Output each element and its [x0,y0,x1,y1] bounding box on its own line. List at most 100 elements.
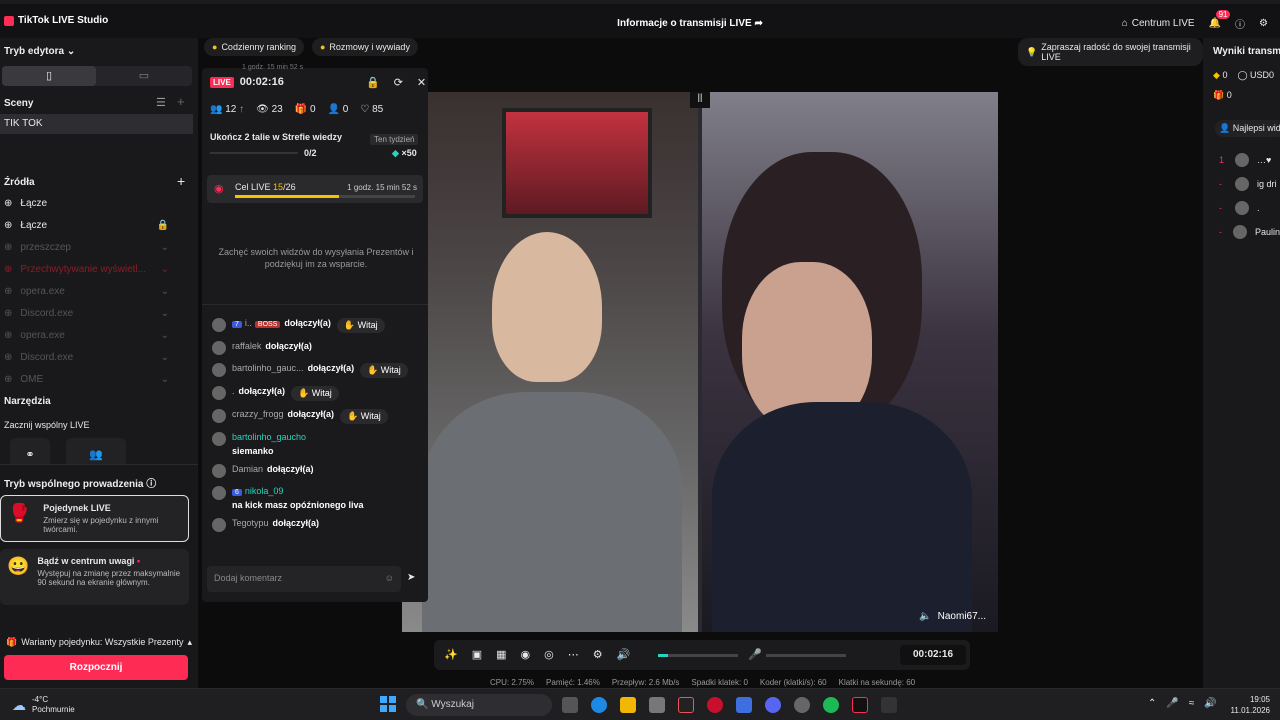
close-icon[interactable]: ✕ [417,76,426,89]
effects-icon[interactable]: ◎ [544,648,554,661]
file-explorer-icon[interactable] [620,697,636,713]
equalizer-icon[interactable]: ⚙ [593,648,603,661]
volume-icon[interactable]: 🔊 [617,648,631,661]
avatar[interactable] [212,464,226,478]
wifi-icon[interactable]: ≈ [1189,698,1195,709]
list-icon[interactable]: ☰ [156,96,166,109]
chevron-down-icon[interactable]: ⌄ [161,286,169,297]
taskbar-search[interactable]: 🔍 Wyszukaj [406,694,552,716]
notifications-button[interactable]: 🔔 91 [1209,10,1231,29]
chat-username[interactable]: crazzy_frogg [232,409,284,419]
welcome-button[interactable]: ✋ Witaj [336,318,385,333]
views-stat[interactable]: 👁 23 [256,104,283,115]
tiktok-icon[interactable] [852,697,868,713]
share-icon[interactable]: ➦ [754,18,762,29]
speaker-tray-icon[interactable]: 🔊 [1204,698,1216,709]
rank-row[interactable]: 1 …♥ [1219,148,1280,172]
shares-stat[interactable]: 👤 0 [328,104,349,115]
scene-item[interactable]: TIK TOK [0,114,193,134]
chevron-down-icon[interactable]: ⌄ [161,330,169,341]
chevron-down-icon[interactable]: ⌄ [161,264,169,275]
edge-icon[interactable] [591,697,607,713]
source-item[interactable]: ⊕ Łącze 🔒 [0,214,193,236]
landscape-mode-button[interactable]: ▭ [96,66,192,86]
chevron-up-icon[interactable]: ⌃ [1148,698,1156,709]
info-icon[interactable]: ⓘ [146,479,156,490]
talks-chip[interactable]: ● Rozmowy i wywiady [311,38,418,56]
windows-start-icon[interactable] [380,696,396,712]
spotify-icon[interactable] [823,697,839,713]
task-view-icon[interactable] [562,697,578,713]
add-scene-icon[interactable]: + [177,94,185,109]
opera-icon[interactable] [707,697,723,713]
welcome-button[interactable]: ✋ Witaj [340,409,388,424]
window-title[interactable]: Informacje o transmisji LIVE ➦ [560,18,820,29]
live-center-button[interactable]: ⌂ Centrum LIVE [1122,18,1195,29]
chevron-down-icon[interactable]: ⌄ [161,308,169,319]
apps-grid-icon[interactable] [736,697,752,713]
avatar[interactable] [212,518,226,532]
weather-widget[interactable]: ☁ -4°C Pochmurnie [12,695,75,715]
rank-row[interactable]: - Paulin [1219,220,1280,244]
settings-icon[interactable]: ⚙ [1259,18,1268,29]
discord-icon[interactable] [765,697,781,713]
editor-mode-dropdown[interactable]: Tryb edytora ⌄ [4,46,75,57]
app-icon[interactable] [678,697,694,713]
rank-row[interactable]: -. [1219,196,1280,220]
avatar[interactable] [212,318,226,332]
split-divider-handle[interactable]: || [690,92,710,108]
chat-username[interactable]: raffalek [232,341,261,351]
mic-slider[interactable] [766,654,846,657]
microphone-icon[interactable]: 🎤 [748,648,762,661]
avatar[interactable] [212,409,226,423]
refresh-icon[interactable]: ⟳ [394,76,403,89]
viewers-stat[interactable]: 👥 12 ↑ [210,104,244,115]
source-item[interactable]: ⊕ Przechwytywanie wyświetl... ⌄ [0,258,193,280]
chat-username[interactable]: bartolinho_gaucho [232,432,306,442]
store-icon[interactable] [649,697,665,713]
tip-chip[interactable]: 💡 Zapraszaj radość do swojej transmisji L… [1018,38,1203,66]
likes-stat[interactable]: ♡ 85 [360,104,383,115]
emoji-icon[interactable]: ☺ [385,573,394,583]
welcome-button[interactable]: ✋ Witaj [360,363,408,378]
chat-username[interactable]: nikola_09 [245,486,284,496]
avatar[interactable] [212,386,226,400]
avatar[interactable] [212,486,226,500]
chevron-down-icon[interactable]: ⌄ [161,374,169,385]
magic-wand-icon[interactable]: ✨ [444,648,458,661]
source-item[interactable]: ⊕ opera.exe ⌄ [0,280,193,302]
spotlight-card[interactable]: 😀 Bądź w centrum uwagi • Występuj na zmia… [0,549,189,605]
best-viewers-tab[interactable]: 👤 Najlepsi wid [1215,120,1280,137]
clock[interactable]: 19:05 11.01.2026 [1226,694,1270,716]
volume-slider[interactable] [658,654,738,657]
avatar[interactable] [212,432,226,446]
duel-card[interactable]: 🥊 Pojedynek LIVE Zmierz się w pojedynku z… [0,495,189,542]
lock-icon[interactable]: 🔒 [366,76,380,89]
chat-username[interactable]: Damian [232,464,263,474]
welcome-button[interactable]: ✋ Witaj [291,386,339,401]
chat-username[interactable]: i.. [245,318,252,328]
chat-username[interactable]: bartolinho_gauc... [232,363,304,373]
avatar[interactable] [212,363,226,377]
lock-icon[interactable]: 🔒 [157,220,169,231]
help-icon[interactable]: ⓘ [1235,16,1245,31]
avatar[interactable] [212,341,226,355]
chevron-down-icon[interactable]: ⌄ [161,242,169,253]
send-icon[interactable]: ➤ [407,572,415,583]
source-item[interactable]: ⊕ opera.exe ⌄ [0,324,193,346]
source-item[interactable]: ⊕ Łącze [0,192,193,214]
source-item[interactable]: ⊕ Discord.exe ⌄ [0,302,193,324]
duel-variants-dropdown[interactable]: 🎁 Warianty pojedynku: Wszystkie Prezenty ▴ [6,637,192,648]
source-item[interactable]: ⊕ Discord.exe ⌄ [0,346,193,368]
gifts-stat[interactable]: 🎁 0 [295,104,316,115]
rank-row[interactable]: - ig dri [1219,172,1280,196]
more-icon[interactable]: ⋯ [568,648,579,661]
chrome-icon[interactable] [794,697,810,713]
chat-username[interactable]: . [232,386,235,396]
add-media-icon[interactable]: ▦ [496,648,506,661]
layers-icon[interactable]: ▣ [472,648,482,661]
chevron-down-icon[interactable]: ⌄ [161,352,169,363]
record-icon[interactable]: ◉ [521,648,531,661]
daily-ranking-chip[interactable]: ● Codzienny ranking [204,38,304,56]
live-video-preview[interactable]: 🔈 Naomi67... || [402,92,998,632]
